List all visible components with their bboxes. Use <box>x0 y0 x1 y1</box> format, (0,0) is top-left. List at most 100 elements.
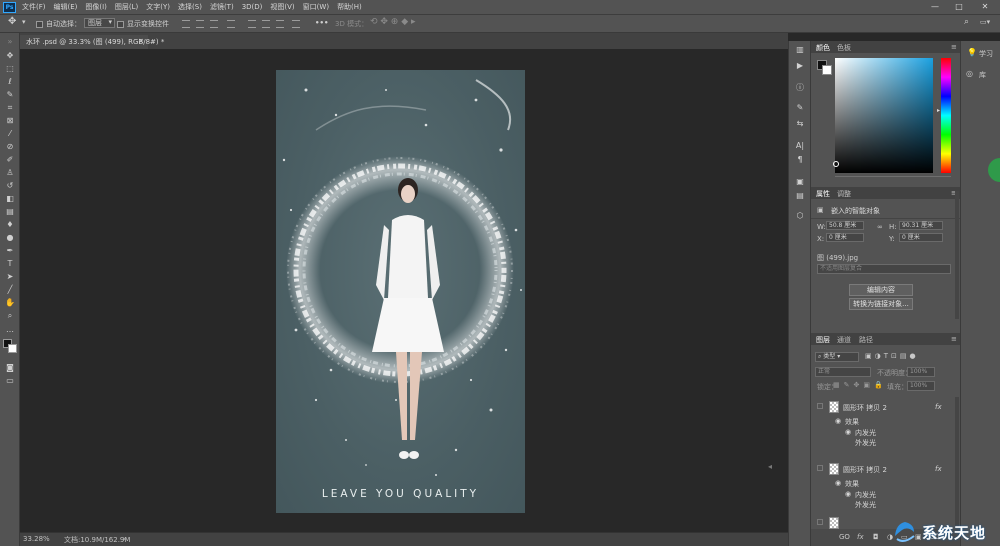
zoom-tool-icon[interactable]: ⌕ <box>5 311 15 320</box>
marquee-tool-icon[interactable]: ⬚ <box>5 64 15 73</box>
opacity-field[interactable]: 100% <box>907 367 935 377</box>
visibility-toggle[interactable] <box>817 465 823 471</box>
minimize-button[interactable]: — <box>926 0 944 14</box>
align-bottom-icon[interactable] <box>276 20 284 28</box>
library-label[interactable]: 库 <box>979 70 986 80</box>
edit-contents-button[interactable]: 编辑内容 <box>849 284 913 296</box>
menu-filter[interactable]: 滤镜(T) <box>210 2 234 12</box>
tab-properties[interactable]: 属性 <box>816 189 830 199</box>
more-options-icon[interactable]: ••• <box>315 19 328 27</box>
menu-view[interactable]: 视图(V) <box>270 2 294 12</box>
actions-panel-icon[interactable]: ▶ <box>795 61 805 70</box>
effect-eye-icon[interactable]: ◉ <box>845 490 851 498</box>
menu-3d[interactable]: 3D(D) <box>242 3 263 11</box>
color-picker-handle[interactable] <box>833 161 839 167</box>
visibility-toggle[interactable] <box>817 519 823 525</box>
screen-mode-icon[interactable]: ▭ <box>5 376 15 385</box>
align-center-icon[interactable] <box>196 20 204 28</box>
link-icon[interactable]: ∞ <box>877 223 883 231</box>
quick-mask-icon[interactable]: ◙ <box>5 363 15 372</box>
3d-orbit-icon[interactable]: ⟲ ✥ ⊕ ◆ ▸ <box>370 17 416 27</box>
tab-swatches[interactable]: 色板 <box>837 43 851 53</box>
tab-color[interactable]: 颜色 <box>816 43 830 53</box>
layer-filter-icons[interactable]: ▣◑T⊡▤● <box>865 352 919 360</box>
layer-name[interactable]: 圆形环 拷贝 2 <box>843 465 887 475</box>
link-layers-icon[interactable]: GO <box>839 533 850 541</box>
learn-label[interactable]: 学习 <box>979 49 993 59</box>
paragraph-panel-icon[interactable]: ¶ <box>795 155 805 164</box>
learn-icon[interactable]: 💡 <box>967 48 977 57</box>
panel-menu-icon[interactable]: ≡ <box>951 335 957 343</box>
search-icon[interactable]: ⌕ <box>964 17 969 27</box>
hand-tool-icon[interactable]: ✋ <box>5 298 15 307</box>
distribute-icon[interactable] <box>227 20 235 28</box>
visibility-toggle[interactable] <box>817 403 823 409</box>
3d-panel-icon[interactable]: ⬡ <box>795 211 805 220</box>
dodge-tool-icon[interactable]: ● <box>5 233 15 242</box>
convert-to-linked-button[interactable]: 转换为链接对象... <box>849 298 913 310</box>
effects-eye-icon[interactable]: ◉ <box>835 417 841 425</box>
color-field[interactable] <box>833 58 933 173</box>
toolbox-collapse-icon[interactable]: » <box>5 37 15 46</box>
menu-type[interactable]: 文字(Y) <box>146 2 170 12</box>
layer-name[interactable]: 圆形环 拷贝 2 <box>843 403 887 413</box>
layer-row[interactable]: 圆形环 拷贝 2 fx ◉ 效果 ◉ 内发光 外发光 <box>811 461 961 511</box>
hue-slider-marker[interactable]: ▸ <box>937 107 940 114</box>
x-field[interactable]: 0 厘米 <box>826 233 864 242</box>
document-info[interactable]: 文档:10.9M/162.9M <box>64 535 130 545</box>
menu-edit[interactable]: 编辑(E) <box>54 2 78 12</box>
pen-tool-icon[interactable]: ✒ <box>5 246 15 255</box>
width-field[interactable]: 50.8 厘米 <box>826 221 864 230</box>
blend-mode-dropdown[interactable]: 正常 <box>815 367 871 377</box>
distribute-vertical-icon[interactable] <box>292 20 300 28</box>
eraser-tool-icon[interactable]: ◧ <box>5 194 15 203</box>
menu-help[interactable]: 帮助(H) <box>337 2 362 12</box>
layer-comp-dropdown[interactable]: 不适用图层复合 <box>817 264 951 274</box>
maximize-button[interactable]: □ <box>950 0 968 14</box>
adjustments-icon[interactable]: ⇆ <box>795 119 805 128</box>
quick-select-tool-icon[interactable]: ✎ <box>5 90 15 99</box>
character-panel-icon[interactable]: A| <box>795 141 805 150</box>
path-select-tool-icon[interactable]: ➤ <box>5 272 15 281</box>
info-panel-icon[interactable]: ⓘ <box>795 83 805 92</box>
history-brush-tool-icon[interactable]: ↺ <box>5 181 15 190</box>
crop-tool-icon[interactable]: ⌗ <box>5 103 15 112</box>
layers-scrollbar[interactable] <box>955 397 959 527</box>
menu-layer[interactable]: 图层(L) <box>115 2 138 12</box>
y-field[interactable]: 0 厘米 <box>899 233 943 242</box>
show-transform-checkbox[interactable]: 显示变换控件 <box>117 19 169 29</box>
move-tool-icon[interactable]: ✥ <box>8 16 16 27</box>
fill-field[interactable]: 100% <box>907 381 935 391</box>
brush-tool-icon[interactable]: ✐ <box>5 155 15 164</box>
lock-icons[interactable]: ▦✎✥▣🔒 <box>833 381 887 389</box>
tab-adjustments[interactable]: 调整 <box>837 189 851 199</box>
align-right-icon[interactable] <box>210 20 218 28</box>
auto-select-checkbox[interactable]: 自动选择： <box>36 19 81 29</box>
close-tab-icon[interactable]: × <box>138 37 144 45</box>
layer-thumbnail[interactable] <box>829 463 839 475</box>
eyedropper-tool-icon[interactable]: ⁄ <box>5 129 15 138</box>
tool-preset-dropdown[interactable]: ▾ <box>22 18 26 26</box>
layer-thumbnail[interactable] <box>829 517 839 529</box>
menu-file[interactable]: 文件(F) <box>22 2 46 12</box>
effect-inner-glow[interactable]: 内发光 <box>855 490 876 500</box>
document-canvas[interactable]: LEAVE YOU QUALITY <box>276 70 525 513</box>
align-left-icon[interactable] <box>182 20 190 28</box>
move-tool-icon[interactable]: ✥ <box>5 51 15 60</box>
layer-comps-icon[interactable]: ▤ <box>795 191 805 200</box>
close-window-button[interactable]: ✕ <box>976 0 994 14</box>
type-tool-icon[interactable]: T <box>5 259 15 268</box>
height-field[interactable]: 90.31 厘米 <box>899 221 943 230</box>
menu-select[interactable]: 选择(S) <box>178 2 202 12</box>
zoom-level[interactable]: 33.28% <box>23 535 50 543</box>
lasso-tool-icon[interactable]: ℓ <box>5 77 15 86</box>
frame-tool-icon[interactable]: ⊠ <box>5 116 15 125</box>
layer-row[interactable]: 圆形环 拷贝 2 fx ◉ 效果 ◉ 内发光 外发光 <box>811 399 961 449</box>
tab-layers[interactable]: 图层 <box>816 335 830 345</box>
scroll-arrow-icon[interactable]: ◂ <box>768 462 772 471</box>
add-style-icon[interactable]: fx <box>857 533 864 541</box>
align-middle-icon[interactable] <box>262 20 270 28</box>
layer-filter-dropdown[interactable]: ⌕ 类型 ▾ <box>815 352 859 362</box>
background-color-swatch[interactable] <box>8 344 17 353</box>
library-icon[interactable]: ◎ <box>966 69 973 78</box>
